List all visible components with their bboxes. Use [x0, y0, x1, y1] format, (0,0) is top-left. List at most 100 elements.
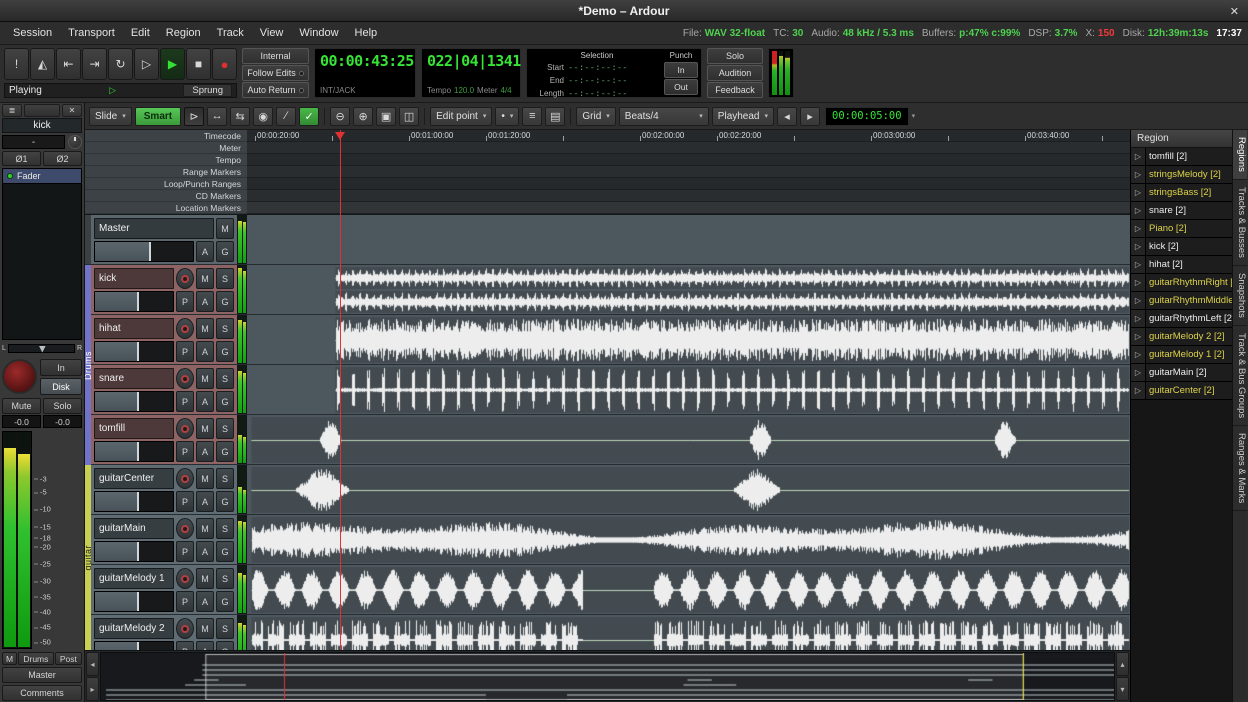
region-list-item[interactable]: ▷snare [2]: [1131, 202, 1232, 220]
region-list-item[interactable]: ▷guitarRhythmRight [2]: [1131, 274, 1232, 292]
automation-button[interactable]: A: [196, 441, 214, 462]
draw-tool[interactable]: ∕: [276, 107, 296, 126]
waveform-guitarmain[interactable]: [247, 516, 1130, 564]
expander-icon[interactable]: ▷: [1131, 274, 1146, 291]
tab-regions[interactable]: Regions: [1233, 130, 1247, 180]
pan-control[interactable]: L R: [0, 340, 84, 356]
track-canvas-area[interactable]: [247, 615, 1130, 650]
playlist-button[interactable]: P: [176, 441, 194, 462]
track-solo-button[interactable]: S: [216, 568, 234, 589]
midi-panic-button[interactable]: !: [4, 48, 29, 80]
expander-icon[interactable]: ▷: [1131, 292, 1146, 309]
track-mute-button[interactable]: M: [196, 618, 214, 639]
group-button[interactable]: G: [216, 641, 234, 650]
playlist-button[interactable]: P: [176, 541, 194, 562]
expander-icon[interactable]: ▷: [1131, 238, 1146, 255]
region-list-header[interactable]: Region: [1131, 130, 1232, 148]
range-tool[interactable]: ↔: [207, 107, 227, 126]
track-gain-fader[interactable]: [94, 641, 174, 650]
marker-select[interactable]: •▾: [495, 107, 519, 126]
grid-unit-select[interactable]: Beats/4▾: [619, 107, 709, 126]
track-gain-fader[interactable]: [94, 241, 194, 262]
input-button[interactable]: In: [40, 359, 82, 376]
snap-magnetic-button[interactable]: ▤: [545, 107, 565, 126]
menu-view[interactable]: View: [253, 25, 291, 41]
ruler-label-loop-punch-ranges[interactable]: Loop/Punch Ranges: [85, 178, 247, 190]
start-clock[interactable]: --:--:--:--: [568, 63, 628, 73]
region-list-item[interactable]: ▷guitarCenter [2]: [1131, 382, 1232, 400]
expander-icon[interactable]: ▷: [1131, 184, 1146, 201]
snap-mode-select[interactable]: Grid▾: [576, 107, 615, 126]
record-arm-button[interactable]: [176, 318, 194, 339]
summary-up-button[interactable]: ▴: [1116, 652, 1129, 676]
playlist-button[interactable]: P: [176, 641, 194, 650]
track-solo-button[interactable]: S: [216, 518, 234, 539]
record-arm-button[interactable]: [176, 618, 194, 639]
zoom-in-button[interactable]: ⊕: [353, 107, 373, 126]
track-name-button[interactable]: guitarMelody 2: [94, 618, 174, 639]
ruler-label-timecode[interactable]: Timecode: [85, 130, 247, 142]
track-gain-fader[interactable]: [94, 391, 174, 412]
group-strip-guitar[interactable]: guitar: [85, 465, 91, 650]
expander-icon[interactable]: ▷: [1131, 328, 1146, 345]
record-arm-button[interactable]: [176, 418, 194, 439]
group-strip-drums[interactable]: Drums: [85, 265, 91, 465]
waveform-guitarmelody-2[interactable]: [247, 616, 1130, 650]
track-name-button[interactable]: snare: [94, 368, 174, 389]
automation-button[interactable]: A: [196, 491, 214, 512]
group-button[interactable]: G: [216, 291, 234, 312]
pan-handle[interactable]: [39, 346, 46, 353]
summary-view[interactable]: [100, 652, 1115, 701]
track-canvas-area[interactable]: [247, 465, 1130, 514]
waveform-hihat[interactable]: [247, 316, 1130, 364]
expander-icon[interactable]: ▷: [1131, 382, 1146, 399]
solo-button[interactable]: Solo: [43, 398, 82, 414]
track-gain-fader[interactable]: [94, 541, 174, 562]
mixer-track-name[interactable]: kick: [2, 118, 82, 133]
follow-edits-button[interactable]: Follow Edits: [242, 65, 309, 81]
track-canvas-area[interactable]: [247, 215, 1130, 264]
region-list-item[interactable]: ▷kick [2]: [1131, 238, 1232, 256]
solo-button[interactable]: Solo: [707, 48, 763, 64]
track-mute-button[interactable]: M: [196, 368, 214, 389]
waveform-snare[interactable]: [247, 366, 1130, 414]
ruler-loop-punch-ranges[interactable]: [247, 178, 1130, 190]
track-mute-button[interactable]: M: [196, 268, 214, 289]
meter-value[interactable]: 4/4: [501, 86, 512, 95]
automation-button[interactable]: A: [196, 641, 214, 650]
menu-edit[interactable]: Edit: [124, 25, 157, 41]
metronome-button[interactable]: ◭: [30, 48, 55, 80]
track-mute-button[interactable]: M: [196, 418, 214, 439]
track-solo-button[interactable]: S: [216, 468, 234, 489]
playlist-button[interactable]: P: [176, 391, 194, 412]
record-button[interactable]: ●: [212, 48, 237, 80]
nudge-clock[interactable]: 00:00:05:00: [825, 107, 909, 126]
menu-session[interactable]: Session: [6, 25, 59, 41]
track-name-button[interactable]: kick: [94, 268, 174, 289]
track-name-button[interactable]: guitarCenter: [94, 468, 174, 489]
stretch-tool[interactable]: ⇆: [230, 107, 250, 126]
processor-box[interactable]: Fader: [2, 168, 82, 340]
expander-icon[interactable]: ▷: [1131, 310, 1146, 327]
expander-icon[interactable]: ▷: [1131, 166, 1146, 183]
automation-button[interactable]: A: [196, 341, 214, 362]
pan-slider[interactable]: [8, 344, 75, 353]
region-list-item[interactable]: ▷stringsMelody [2]: [1131, 166, 1232, 184]
waveform-guitarcenter[interactable]: [247, 466, 1130, 514]
menu-transport[interactable]: Transport: [61, 25, 122, 41]
track-canvas-area[interactable]: [247, 415, 1130, 464]
ruler-range-markers[interactable]: [247, 166, 1130, 178]
snap-normal-button[interactable]: ≡: [522, 107, 542, 126]
disk-button[interactable]: Disk: [40, 378, 82, 395]
expander-icon[interactable]: ▷: [1131, 364, 1146, 381]
playlist-button[interactable]: P: [176, 491, 194, 512]
secondary-clock[interactable]: 022|04|1341 Tempo 120.0 Meter 4/4: [421, 48, 521, 98]
play-button[interactable]: ▶: [160, 48, 185, 80]
expander-icon[interactable]: ▷: [1131, 220, 1146, 237]
smart-mode-button[interactable]: Smart: [135, 107, 181, 126]
automation-button[interactable]: A: [196, 541, 214, 562]
region-list-item[interactable]: ▷guitarRhythmMiddle [2]: [1131, 292, 1232, 310]
audition-tool[interactable]: ◉: [253, 107, 273, 126]
shuttle-mode-button[interactable]: Sprung: [183, 84, 232, 97]
record-arm-button[interactable]: [176, 518, 194, 539]
